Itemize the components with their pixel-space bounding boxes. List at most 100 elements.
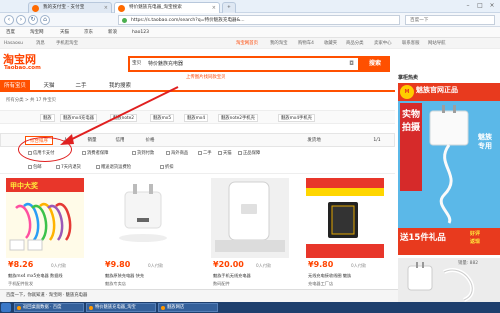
search-box[interactable]: 宝贝 特价魅族充电器 ◘ [128, 56, 360, 72]
product-image[interactable]: 甲中大奖 [6, 178, 84, 258]
category-tag[interactable]: 魅族mx4手机壳 [278, 114, 315, 122]
bookmark-item[interactable]: 百度 [6, 27, 15, 38]
taskbar-item[interactable]: 返回桌面数据 · 百度 [14, 303, 84, 312]
filter-checkbox[interactable]: 海外商品 [166, 148, 188, 160]
back-icon[interactable]: ‹ [4, 15, 14, 25]
tab-taobao-search[interactable]: 特价魅族充电器_淘宝搜索 × [114, 2, 220, 13]
location-filter[interactable]: 发货地 [301, 136, 327, 145]
product-title[interactable]: 魅族mx4 mx5充电器 数据线 [8, 273, 84, 279]
home-link[interactable]: 淘宝网首页 [236, 38, 258, 49]
sidebar-ad-2[interactable]: 销量: 882 [398, 258, 500, 302]
product-shop[interactable]: 手机配件批发 [8, 281, 84, 287]
filter-checkbox[interactable]: 折扣 [160, 162, 174, 174]
secure-icon [122, 18, 127, 23]
checkbox-icon[interactable] [132, 150, 136, 155]
category-tag[interactable]: 魅族mx4 [184, 114, 209, 122]
product-card[interactable]: ¥9.80 0人付款 无线充电接收线圈 魅族 充电器工厂店 [306, 178, 384, 302]
checkbox-icon[interactable] [198, 150, 202, 155]
sidebar-ad[interactable]: M 魅族官网正品 实物拍摄 魅族专用 送15件礼品 好评 返现 [398, 83, 500, 255]
support-link[interactable]: 联系客服 [402, 38, 420, 49]
close-icon[interactable]: × [104, 3, 108, 13]
refresh-icon[interactable]: ↻ [28, 15, 38, 25]
checkbox-icon[interactable] [160, 164, 164, 169]
pager[interactable]: 1/1 [367, 136, 387, 145]
new-tab-button[interactable]: + [222, 2, 236, 13]
url-field[interactable]: https://s.taobao.com/search?q=特价魅族充电器&..… [118, 15, 400, 25]
filter-checkbox[interactable]: 正品保障 [238, 148, 260, 160]
product-shop[interactable]: 数码配件 [213, 281, 289, 287]
ad-gift-text: 送15件礼品 [400, 233, 446, 243]
home-icon[interactable]: ⌂ [40, 15, 50, 25]
bookmark-item[interactable]: hao123 [132, 27, 149, 38]
tab-alipay[interactable]: 我的支付宝 - 支付宝 × [28, 2, 112, 13]
mobile-link[interactable]: 手机逛淘宝 [56, 38, 78, 49]
product-title[interactable]: 无线充电接收线圈 魅族 [308, 273, 384, 279]
product-image[interactable] [103, 178, 181, 258]
categories-link[interactable]: 商品分类 [346, 38, 364, 49]
taskbar-item[interactable]: 魅族网店 [158, 303, 218, 312]
browser-search-field[interactable]: 百度一下 [405, 15, 495, 25]
bookmark-item[interactable]: 新浪 [108, 27, 117, 38]
filter-checkbox[interactable]: 天猫 [218, 148, 232, 160]
forward-icon[interactable]: › [16, 15, 26, 25]
product-shop[interactable]: 充电器工厂店 [308, 281, 384, 287]
product-title[interactable]: 魅族原装充电器 快充 [105, 273, 181, 279]
filter-checkbox[interactable]: 二手 [198, 148, 212, 160]
cart-link[interactable]: 购物车4 [298, 38, 314, 49]
camera-icon[interactable]: ◘ [349, 60, 354, 67]
category-tag[interactable]: 魅族note2 [110, 114, 138, 122]
product-card[interactable]: 甲中大奖 ¥8.26 0人付款 魅族mx4 mx5充电器 数据线 手机配件批发 [6, 178, 84, 302]
filter-checkbox[interactable]: 赠送退货运费险 [96, 162, 131, 174]
product-image[interactable] [306, 178, 384, 258]
sort-price[interactable]: 价格 [139, 136, 161, 145]
product-title[interactable]: 魅族手机无线充电器 [213, 273, 289, 279]
close-window-icon[interactable]: × [486, 1, 498, 11]
maximize-icon[interactable]: □ [474, 1, 486, 11]
filter-checkbox[interactable]: 消费者保障 [82, 148, 108, 160]
category-tag[interactable]: 魅族mx5 [150, 114, 175, 122]
start-icon[interactable] [1, 303, 11, 312]
seller-link[interactable]: 卖家中心 [374, 38, 392, 49]
checkbox-icon[interactable] [166, 150, 170, 155]
favorites-link[interactable]: 收藏夹 [324, 38, 337, 49]
filter-checkbox[interactable]: 货到付款 [132, 148, 154, 160]
checkbox-icon[interactable] [218, 150, 222, 155]
checkbox-icon[interactable] [56, 164, 60, 169]
checkbox-icon[interactable] [238, 150, 242, 155]
bookmark-item[interactable]: 天猫 [60, 27, 69, 38]
filter-checkbox[interactable]: 包邮 [28, 162, 42, 174]
search-button[interactable]: 搜索 [360, 56, 390, 72]
my-taobao-link[interactable]: 我的淘宝 [270, 38, 288, 49]
search-category[interactable]: 宝贝 [132, 60, 141, 66]
close-icon[interactable]: × [212, 3, 216, 13]
checkbox-icon[interactable] [82, 150, 86, 155]
category-tag[interactable]: 魅族 [40, 114, 55, 122]
filter-label: 海外商品 [171, 151, 189, 156]
tab-all-items[interactable]: 所有宝贝 [0, 80, 30, 92]
category-tag[interactable]: 魅族mx4充电器 [60, 114, 97, 122]
bookmark-item[interactable]: 京东 [84, 27, 93, 38]
sort-credit[interactable]: 信用 [111, 136, 129, 145]
tab-secondhand[interactable]: 二手 [68, 80, 94, 92]
messages-link[interactable]: 消息 [36, 38, 45, 49]
checkbox-icon[interactable] [96, 164, 100, 169]
bookmark-item[interactable]: 淘宝网 [30, 27, 44, 38]
filter-checkbox[interactable]: 7天内退货 [56, 162, 81, 174]
sort-sales[interactable]: 销量 [83, 136, 101, 145]
product-card[interactable]: ¥9.80 0人付款 魅族原装充电器 快充 魅族专卖店 [103, 178, 181, 302]
tab-my-search[interactable]: 我的搜索 [100, 80, 140, 92]
product-shop[interactable]: 魅族专卖店 [105, 281, 181, 287]
product-card[interactable]: ¥20.00 0人付款 魅族手机无线充电器 数码配件 [211, 178, 289, 302]
product-sales: 0人付款 [256, 263, 272, 268]
search-input[interactable]: 特价魅族充电器 [148, 60, 183, 67]
sitemap-link[interactable]: 网站导航 [428, 38, 446, 49]
taskbar-item[interactable]: 特价魅族充电器_淘宝 [86, 303, 156, 312]
tab-tmall[interactable]: 天猫 [36, 80, 62, 92]
checkbox-icon[interactable] [28, 164, 32, 169]
user-link[interactable]: Hasaoxu [4, 38, 23, 49]
product-image[interactable] [211, 178, 289, 258]
taobao-logo[interactable]: 淘宝网 Taobao.com [3, 51, 53, 73]
minimize-icon[interactable]: – [462, 1, 474, 11]
category-tag[interactable]: 魅族note2手机壳 [218, 114, 258, 122]
highlight-circle [18, 137, 72, 162]
